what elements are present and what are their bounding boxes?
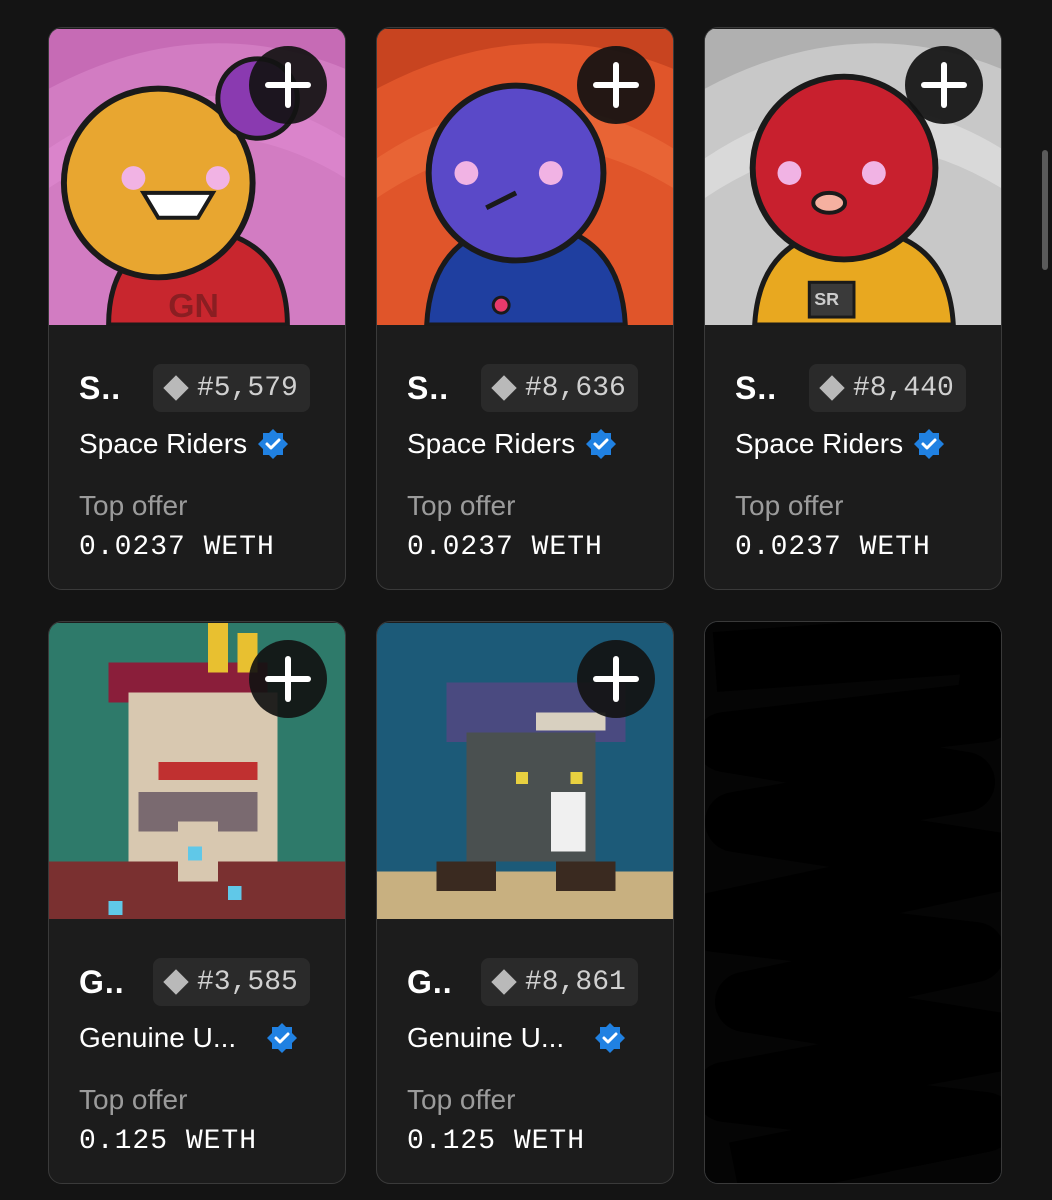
nft-card[interactable]: GN S.. #5,579 Space Riders Top offer 0.0… — [48, 27, 346, 590]
add-to-cart-button[interactable] — [249, 46, 327, 124]
verified-badge-icon — [267, 1023, 298, 1053]
top-offer-label: Top offer — [79, 490, 188, 521]
top-offer-value: 0.125 WETH — [79, 1126, 258, 1157]
diamond-icon — [163, 375, 189, 401]
top-offer-label: Top offer — [79, 1084, 188, 1115]
svg-text:SR: SR — [814, 289, 839, 309]
token-id: #8,440 — [853, 372, 954, 404]
token-id-badge: #3,585 — [153, 958, 310, 1006]
top-offer-label: Top offer — [735, 490, 844, 521]
top-offer-label: Top offer — [407, 490, 516, 521]
diamond-icon — [491, 375, 517, 401]
nft-image[interactable] — [377, 622, 673, 920]
token-id: #5,579 — [197, 372, 298, 404]
token-id: #8,636 — [525, 372, 626, 404]
token-id: #3,585 — [197, 966, 298, 998]
nft-image[interactable]: SR — [705, 28, 1001, 326]
collection-name[interactable]: Space Riders — [735, 428, 903, 460]
top-offer-value: 0.125 WETH — [407, 1126, 586, 1157]
verified-badge-icon — [595, 1023, 626, 1053]
collection-name[interactable]: Space Riders — [407, 428, 575, 460]
redaction-scribble — [705, 622, 1001, 1183]
diamond-icon — [819, 375, 845, 401]
nft-image[interactable]: GN — [49, 28, 345, 326]
token-id-badge: #8,861 — [481, 958, 638, 1006]
collection-name[interactable]: Space Riders — [79, 428, 247, 460]
token-id: #8,861 — [525, 966, 626, 998]
svg-text:GN: GN — [168, 287, 219, 325]
add-to-cart-button[interactable] — [577, 46, 655, 124]
top-offer-value: 0.0237 WETH — [735, 532, 931, 563]
verified-badge-icon — [914, 429, 945, 459]
verified-badge-icon — [586, 429, 617, 459]
nft-name[interactable]: S.. — [407, 370, 479, 407]
diamond-icon — [163, 969, 189, 995]
add-to-cart-button[interactable] — [577, 640, 655, 718]
add-to-cart-button[interactable] — [249, 640, 327, 718]
collection-name[interactable]: Genuine U... — [407, 1022, 564, 1054]
nft-name[interactable]: S.. — [735, 370, 807, 407]
nft-image[interactable] — [377, 28, 673, 326]
nft-card[interactable]: G.. #3,585 Genuine U... Top offer 0.125 … — [48, 621, 346, 1184]
nft-name[interactable]: S.. — [79, 370, 151, 407]
diamond-icon — [491, 969, 517, 995]
top-offer-label: Top offer — [407, 1084, 516, 1115]
scrollbar[interactable] — [1042, 150, 1048, 270]
add-to-cart-button[interactable] — [905, 46, 983, 124]
nft-card[interactable]: G.. #8,861 Genuine U... Top offer 0.125 … — [376, 621, 674, 1184]
token-id-badge: #8,440 — [809, 364, 966, 412]
collection-name[interactable]: Genuine U... — [79, 1022, 236, 1054]
token-id-badge: #5,579 — [153, 364, 310, 412]
nft-name[interactable]: G.. — [407, 964, 479, 1001]
nft-image[interactable] — [49, 622, 345, 920]
verified-badge-icon — [258, 429, 289, 459]
redacted-nft-card[interactable] — [704, 621, 1002, 1184]
top-offer-value: 0.0237 WETH — [407, 532, 603, 563]
nft-name[interactable]: G.. — [79, 964, 151, 1001]
top-offer-value: 0.0237 WETH — [79, 532, 275, 563]
nft-card[interactable]: SR S.. #8,440 Space Riders Top offer 0.0… — [704, 27, 1002, 590]
nft-card[interactable]: S.. #8,636 Space Riders Top offer 0.0237… — [376, 27, 674, 590]
token-id-badge: #8,636 — [481, 364, 638, 412]
